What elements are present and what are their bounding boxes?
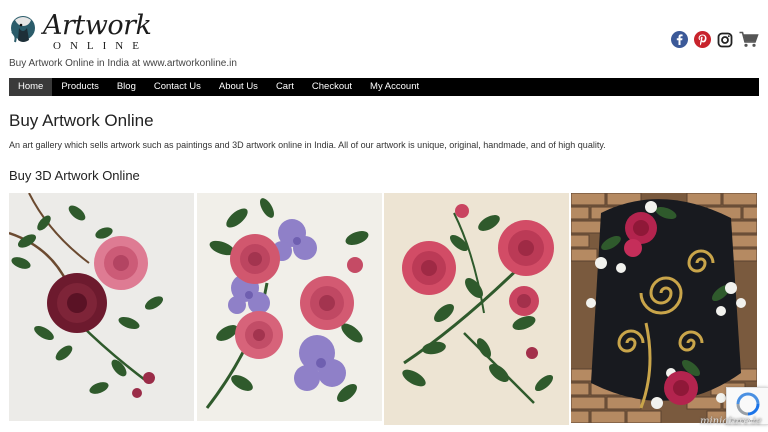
nav-products[interactable]: Products xyxy=(52,78,108,96)
nav-my-account[interactable]: My Account xyxy=(361,78,428,96)
artwork-pink-roses-cream[interactable] xyxy=(384,193,569,425)
site-tagline: Buy Artwork Online in India at www.artwo… xyxy=(9,58,237,69)
artwork-gallery xyxy=(9,193,767,425)
pinterest-icon[interactable] xyxy=(694,31,711,53)
logo-word: Artwork xyxy=(43,10,152,41)
nav-home[interactable]: Home xyxy=(9,78,53,96)
section-title: Buy 3D Artwork Online xyxy=(9,168,140,183)
nav-checkout[interactable]: Checkout xyxy=(303,78,361,96)
logo-face-icon xyxy=(11,16,35,43)
artwork-roses-white-canvas[interactable] xyxy=(9,193,194,421)
site-logo[interactable]: Artwork ONLINE xyxy=(9,10,152,52)
page-title: Buy Artwork Online xyxy=(9,111,154,130)
logo-subtitle: ONLINE xyxy=(53,40,148,52)
main-navigation: Home Products Blog Contact Us About Us C… xyxy=(9,78,759,96)
social-links xyxy=(671,31,759,53)
nav-contact-us[interactable]: Contact Us xyxy=(145,78,210,96)
instagram-icon[interactable] xyxy=(717,32,733,53)
facebook-icon[interactable] xyxy=(671,31,688,53)
cart-icon[interactable] xyxy=(739,31,759,53)
site-header: Artwork ONLINE Buy Artwork Online in Ind… xyxy=(9,12,759,72)
artwork-roses-hydrangea[interactable] xyxy=(197,193,382,421)
nav-cart[interactable]: Cart xyxy=(267,78,303,96)
watermark: miniature.ie xyxy=(700,416,762,427)
nav-about-us[interactable]: About Us xyxy=(210,78,267,96)
recaptcha-icon xyxy=(736,392,760,416)
nav-blog[interactable]: Blog xyxy=(108,78,145,96)
intro-text: An art gallery which sells artwork such … xyxy=(9,140,606,150)
